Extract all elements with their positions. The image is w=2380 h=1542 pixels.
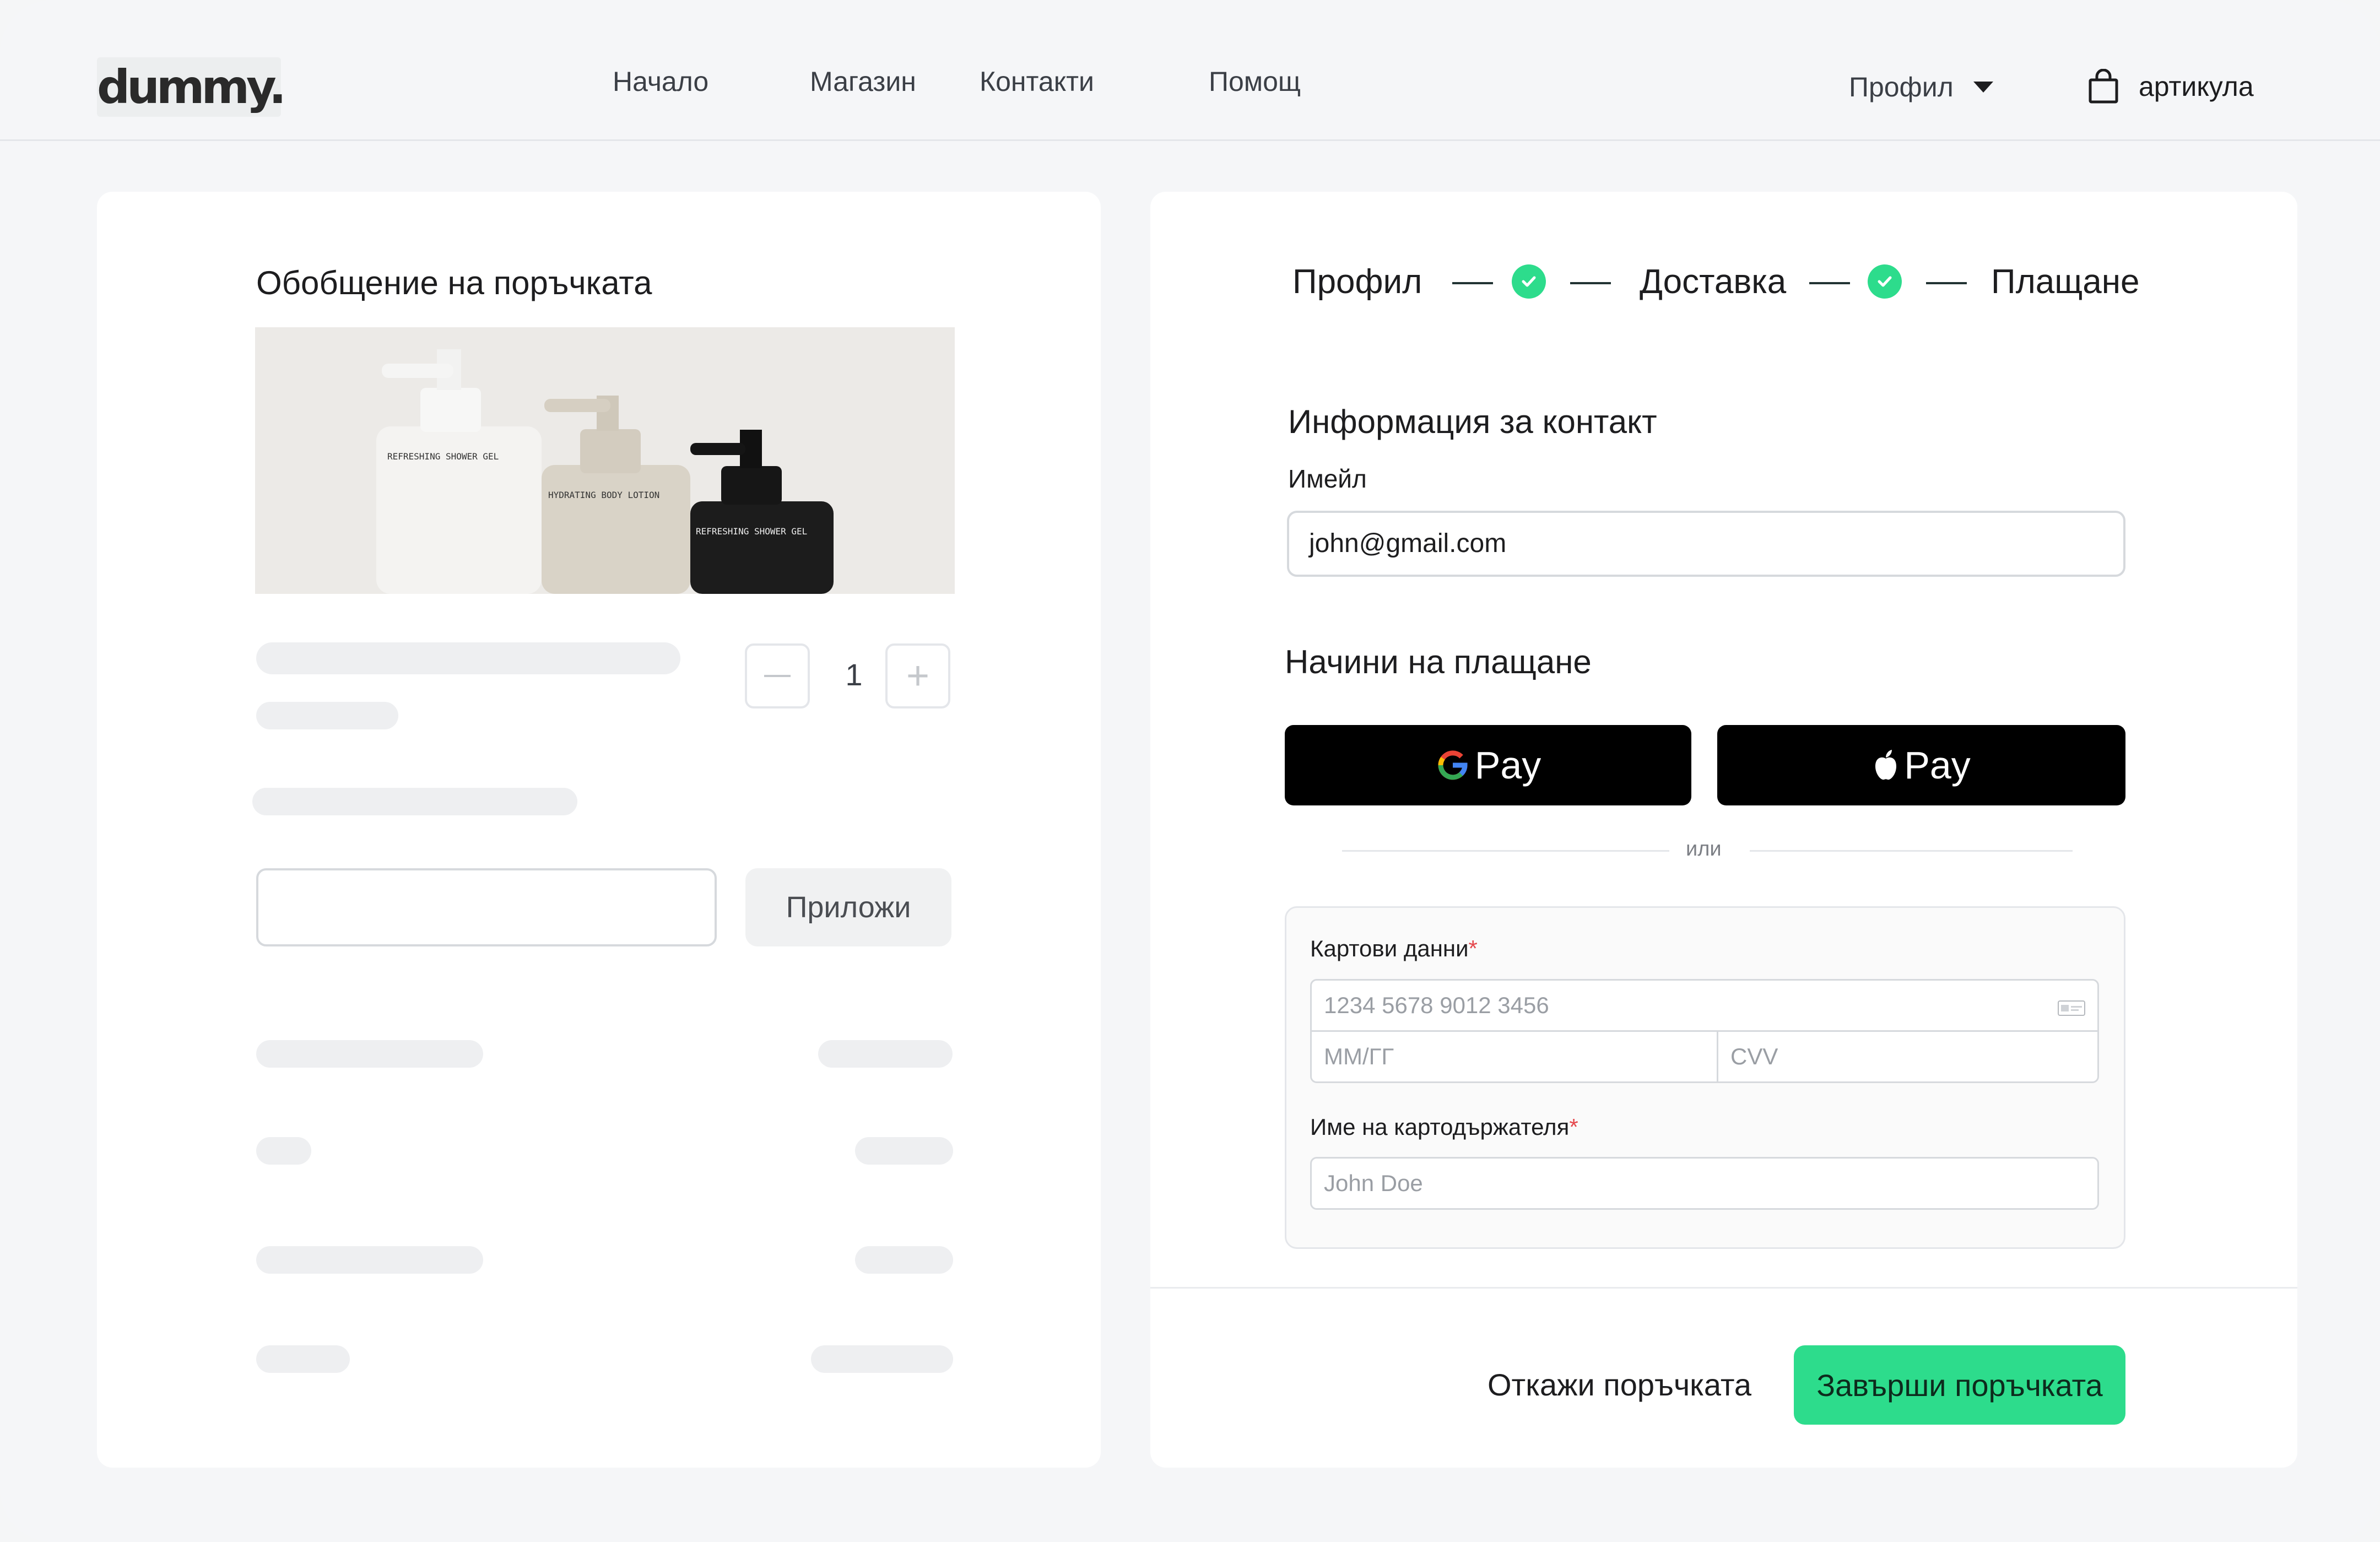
quantity-increase-button[interactable]: + bbox=[885, 643, 950, 708]
nav-shop[interactable]: Магазин bbox=[810, 65, 916, 98]
checkout-stepper: Профил Доставка Плащане bbox=[0, 260, 2380, 304]
divider bbox=[1150, 1287, 2297, 1289]
cardholder-name-label-text: Име на картодържателя bbox=[1310, 1114, 1570, 1140]
summary-total-value-placeholder bbox=[811, 1345, 953, 1373]
expiry-field[interactable]: ММ/ГГ bbox=[1310, 1030, 1718, 1083]
nav-home[interactable]: Начало bbox=[613, 65, 708, 98]
step-connector bbox=[1452, 282, 1493, 284]
chevron-down-icon bbox=[1973, 82, 1993, 93]
profile-label: Профил bbox=[1849, 72, 1954, 102]
card-number-field[interactable]: 1234 5678 9012 3456 bbox=[1310, 979, 2099, 1032]
summary-row-value-placeholder bbox=[818, 1040, 953, 1068]
product-variant-placeholder bbox=[256, 702, 398, 729]
card-details-label-text: Картови данни bbox=[1310, 935, 1469, 961]
google-pay-button[interactable]: Pay bbox=[1285, 725, 1691, 805]
product-bottles-illustration: REFRESHING SHOWER GEL HYDRATING BODY LOT… bbox=[255, 327, 955, 594]
apple-pay-button[interactable]: Pay bbox=[1717, 725, 2125, 805]
summary-row-label-placeholder bbox=[256, 1246, 483, 1274]
payment-methods-title: Начини на плащане bbox=[1285, 643, 1592, 680]
apple-logo-icon bbox=[1875, 750, 1897, 780]
quantity-value: 1 bbox=[845, 657, 863, 692]
cart-button[interactable]: артикула bbox=[2088, 62, 2254, 111]
divider bbox=[1342, 850, 1669, 852]
coupon-input[interactable] bbox=[256, 868, 717, 946]
app-window: dummy. Начало Магазин Контакти Помощ Про… bbox=[0, 0, 2380, 1542]
divider bbox=[1750, 850, 2073, 852]
nav-contacts[interactable]: Контакти bbox=[980, 65, 1094, 98]
top-navigation: dummy. Начало Магазин Контакти Помощ Про… bbox=[0, 0, 2380, 141]
required-marker: * bbox=[1468, 935, 1478, 961]
product-name-placeholder bbox=[256, 642, 680, 674]
summary-total-label-placeholder bbox=[256, 1345, 350, 1373]
product-image: REFRESHING SHOWER GEL HYDRATING BODY LOT… bbox=[255, 327, 955, 594]
google-pay-label: Pay bbox=[1474, 744, 1541, 787]
product-label-1: REFRESHING SHOWER GEL bbox=[387, 451, 499, 462]
summary-row-value-placeholder bbox=[855, 1246, 953, 1274]
required-marker: * bbox=[1569, 1114, 1578, 1140]
cardholder-name-field[interactable]: John Doe bbox=[1310, 1157, 2099, 1210]
product-price-placeholder bbox=[252, 788, 577, 815]
summary-row-label-placeholder bbox=[256, 1137, 311, 1165]
step-delivery[interactable]: Доставка bbox=[1640, 260, 1786, 304]
contact-info-title: Информация за контакт bbox=[1288, 403, 1657, 440]
shopping-bag-icon bbox=[2089, 69, 2118, 104]
cart-label: артикула bbox=[2139, 71, 2254, 102]
quantity-decrease-button[interactable] bbox=[745, 643, 810, 708]
summary-row-label-placeholder bbox=[256, 1040, 483, 1068]
nav-help[interactable]: Помощ bbox=[1209, 65, 1301, 98]
complete-order-button[interactable]: Завърши поръчката bbox=[1794, 1345, 2125, 1425]
credit-card-icon bbox=[2058, 1000, 2085, 1016]
product-label-3: REFRESHING SHOWER GEL bbox=[696, 526, 807, 537]
logo[interactable]: dummy. bbox=[97, 57, 286, 117]
cancel-order-button[interactable]: Откажи поръчката bbox=[1488, 1365, 1751, 1405]
step-complete-check-icon bbox=[1868, 264, 1902, 299]
google-g-icon bbox=[1438, 750, 1468, 780]
step-payment[interactable]: Плащане bbox=[1991, 260, 2139, 304]
checkout-card bbox=[1150, 192, 2297, 1468]
summary-row-value-placeholder bbox=[855, 1137, 953, 1165]
step-connector bbox=[1570, 282, 1611, 284]
step-profile[interactable]: Профил bbox=[1292, 260, 1422, 304]
profile-menu[interactable]: Профил bbox=[1849, 65, 1993, 109]
cvv-field[interactable]: CVV bbox=[1717, 1030, 2099, 1083]
step-complete-check-icon bbox=[1512, 264, 1546, 299]
email-label: Имейл bbox=[1288, 464, 1367, 493]
or-separator-text: или bbox=[1686, 837, 1722, 861]
card-number-placeholder: 1234 5678 9012 3456 bbox=[1324, 992, 1549, 1018]
cardholder-name-label: Име на картодържателя* bbox=[1310, 1114, 1578, 1140]
step-connector bbox=[1809, 282, 1850, 284]
apple-pay-label: Pay bbox=[1904, 744, 1971, 787]
product-label-2: HYDRATING BODY LOTION bbox=[548, 490, 659, 500]
step-connector bbox=[1926, 282, 1967, 284]
apply-coupon-button[interactable]: Приложи bbox=[745, 868, 951, 946]
email-field[interactable]: john@gmail.com bbox=[1287, 511, 2125, 577]
card-details-label: Картови данни* bbox=[1310, 935, 1478, 962]
